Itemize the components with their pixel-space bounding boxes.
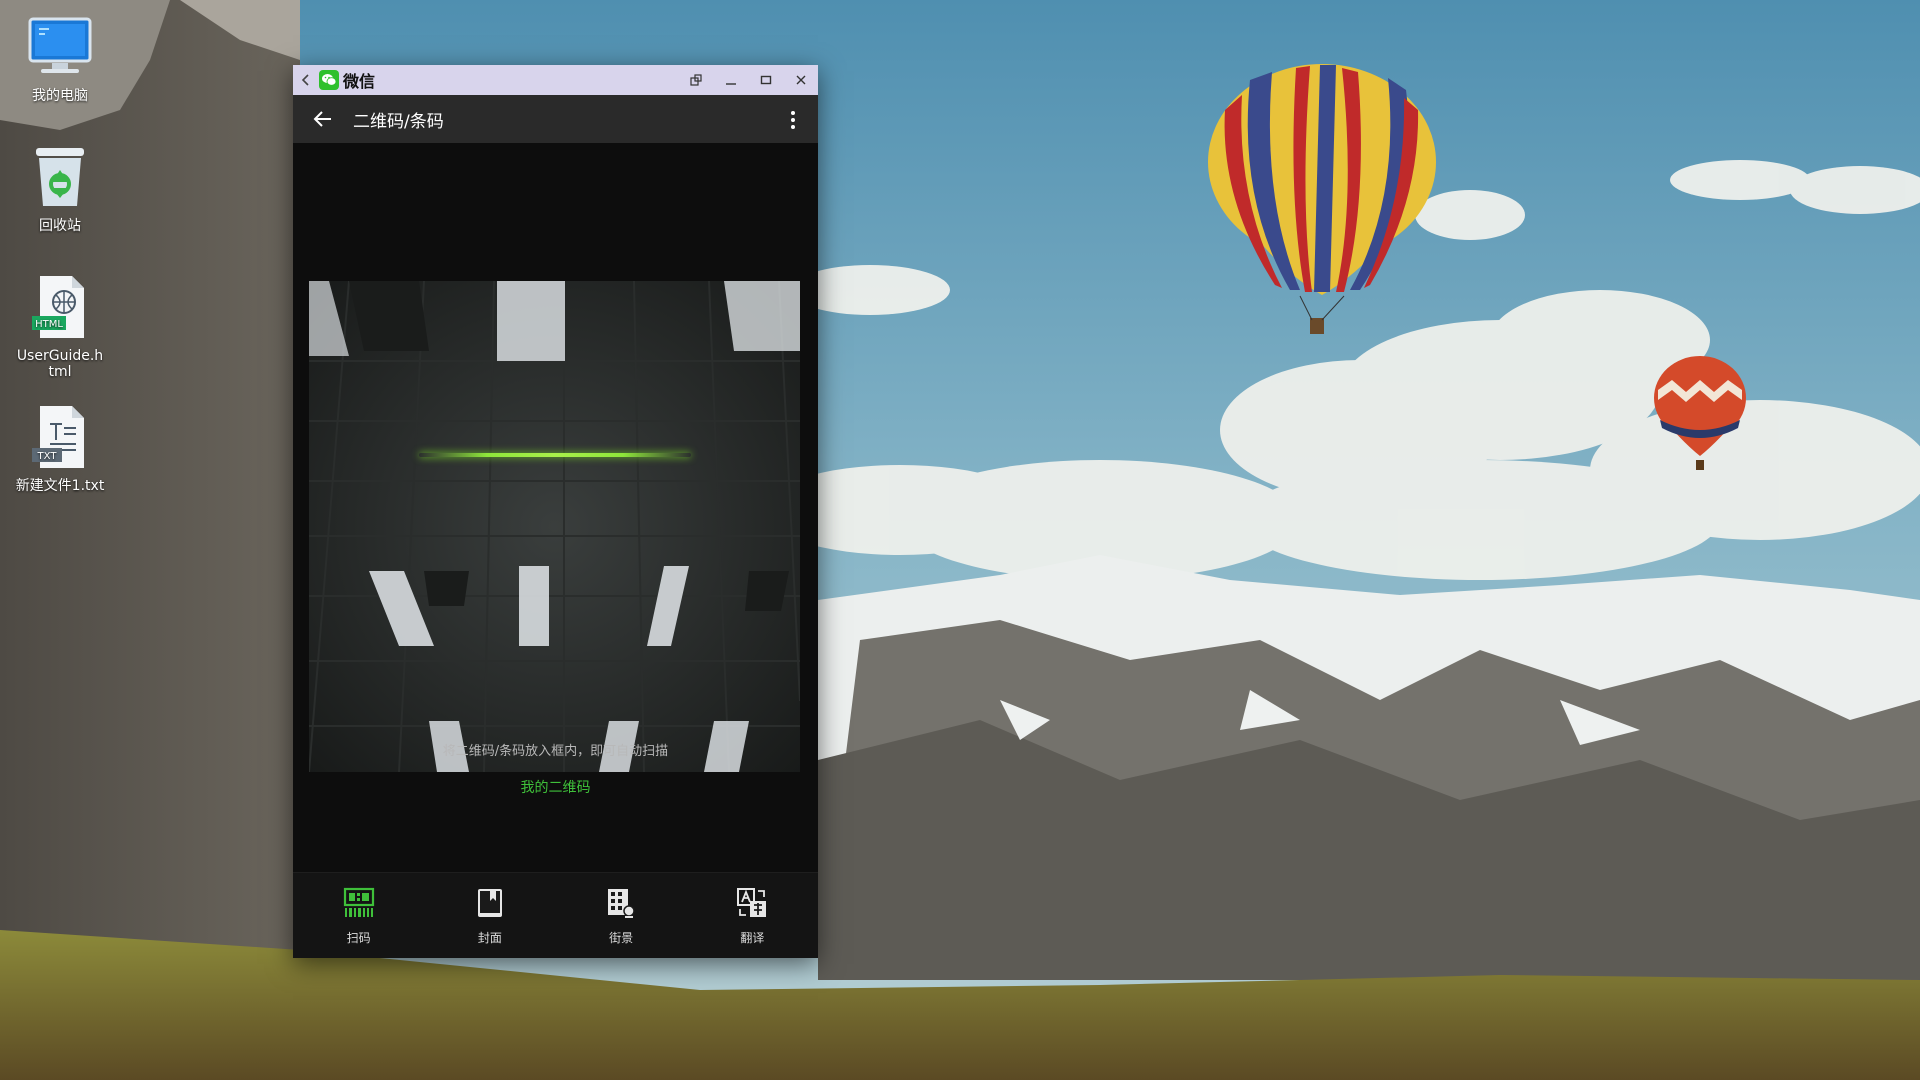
recycle-bin-icon <box>25 142 95 212</box>
maximize-button[interactable] <box>748 65 783 95</box>
desktop-icon-label: 新建文件1.txt <box>15 478 105 494</box>
scanner-app-bar: 二维码/条码 <box>293 95 818 143</box>
nav-label: 扫码 <box>346 931 371 945</box>
desktop-wallpaper <box>0 0 1920 1080</box>
desktop-icon-new-txt[interactable]: TXT 新建文件1.txt <box>10 402 110 494</box>
desktop-icon-label: 我的电脑 <box>32 88 88 104</box>
scan-line <box>419 453 691 457</box>
pin-button[interactable] <box>678 65 713 95</box>
wechat-logo-icon <box>319 70 339 90</box>
scan-code-icon <box>341 885 377 921</box>
wechat-window: 微信 二维码/条码 将二维码/条码放入框内，即可自动扫描 我的二维码 扫码 封面… <box>293 65 818 958</box>
scan-hint-text: 将二维码/条码放入框内，即可自动扫描 <box>442 744 669 759</box>
desktop-icon-userguide-html[interactable]: HTML UserGuide.html <box>10 272 110 380</box>
back-arrow-icon <box>313 111 331 127</box>
pin-icon <box>689 74 702 86</box>
nav-label: 街景 <box>609 931 634 945</box>
txt-file-icon: TXT <box>25 402 95 472</box>
window-title: 微信 <box>343 72 376 91</box>
chevron-left-icon <box>301 74 309 86</box>
nav-item-scan[interactable]: 扫码 <box>293 873 424 958</box>
nav-label: 封面 <box>477 931 502 945</box>
page-title: 二维码/条码 <box>353 111 444 132</box>
desktop-icon-label: UserGuide.html <box>16 348 104 380</box>
titlebar-back-button[interactable] <box>293 65 319 95</box>
html-file-icon: HTML <box>25 272 95 342</box>
back-button[interactable] <box>293 110 353 128</box>
more-options-button[interactable] <box>790 109 796 131</box>
camera-viewfinder[interactable] <box>309 281 800 772</box>
minimize-button[interactable] <box>713 65 748 95</box>
computer-icon <box>25 12 95 82</box>
nav-item-street-view[interactable]: 街景 <box>556 873 687 958</box>
desktop-icon-my-computer[interactable]: 我的电脑 <box>10 12 110 104</box>
scanner-bottom-nav: 扫码 封面 街景 翻译 <box>293 872 818 958</box>
desktop-icon-label: 回收站 <box>39 218 81 234</box>
more-vertical-icon <box>791 111 795 129</box>
nav-item-cover[interactable]: 封面 <box>424 873 555 958</box>
minimize-icon <box>725 83 736 85</box>
street-view-icon <box>603 885 639 921</box>
close-icon <box>796 75 805 85</box>
window-titlebar[interactable]: 微信 <box>293 65 818 95</box>
translate-icon <box>734 885 770 921</box>
html-badge: HTML <box>35 319 63 330</box>
close-button[interactable] <box>783 65 818 95</box>
book-cover-icon <box>472 885 508 921</box>
nav-item-translate[interactable]: 翻译 <box>687 873 818 958</box>
maximize-icon <box>760 75 771 85</box>
nav-label: 翻译 <box>740 931 765 945</box>
my-qr-code-link[interactable]: 我的二维码 <box>293 777 818 797</box>
txt-badge: TXT <box>37 451 58 462</box>
desktop-icon-recycle-bin[interactable]: 回收站 <box>10 142 110 234</box>
